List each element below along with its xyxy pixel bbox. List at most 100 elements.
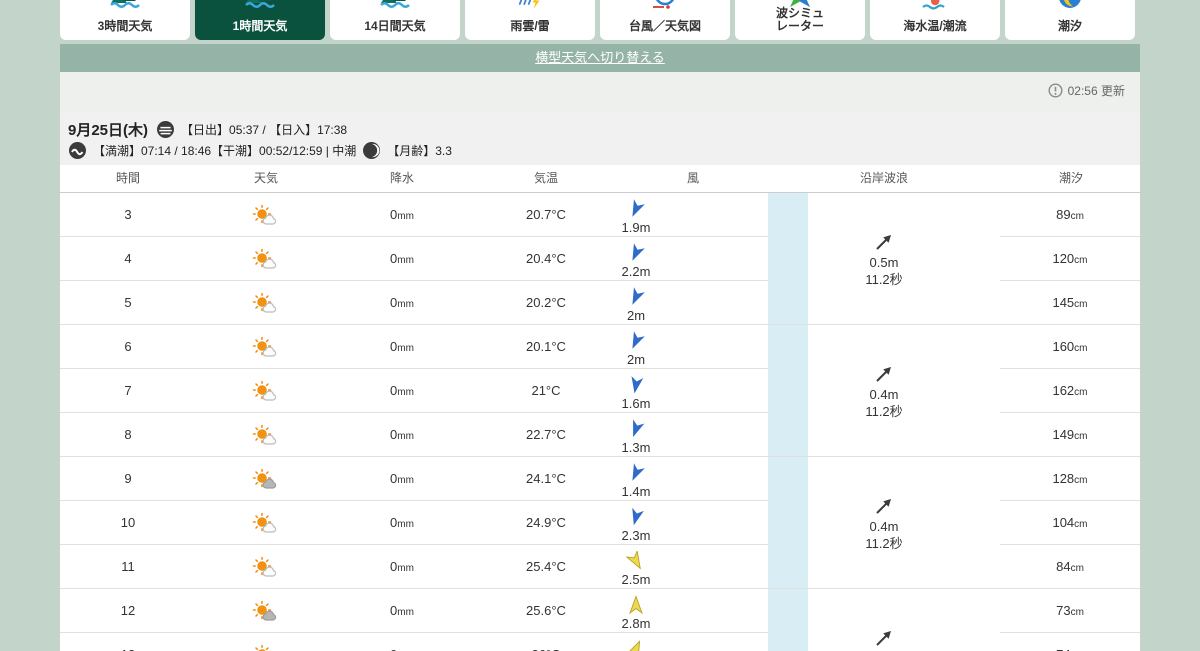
precip-cell: 0mm xyxy=(336,325,468,368)
weather-cell xyxy=(196,369,336,412)
horizontal-weather-link[interactable]: 横型天気へ切り替える xyxy=(535,50,665,65)
wind-cell: 1.6m xyxy=(596,369,676,412)
tide-wave-icon xyxy=(68,141,87,160)
sun-small-cloud-icon xyxy=(251,380,281,402)
tide-times-label: 【満潮】07:14 / 18:46【干潮】00:52/12:59 | 中潮 xyxy=(93,142,356,159)
wind-speed-label: 2.3m xyxy=(596,528,676,543)
wind-direction-icon xyxy=(626,199,646,219)
wind-cell: 2.5m xyxy=(596,545,676,588)
wind-cell: 2m xyxy=(596,281,676,324)
wind-speed-label: 2m xyxy=(596,308,676,323)
sun-small-cloud-icon xyxy=(251,512,281,534)
precip-cell: 0mm xyxy=(336,237,468,280)
hour-cell: 13 xyxy=(60,633,196,651)
wind-cell: 1.3m xyxy=(596,413,676,456)
wind-direction-icon xyxy=(626,595,646,615)
table-row: 40mm20.4°C2.2m xyxy=(60,237,768,281)
hour-cell: 11 xyxy=(60,545,196,588)
tide-cell: 160cm xyxy=(1000,325,1140,369)
wind-direction-icon xyxy=(626,331,646,351)
precip-cell: 0mm xyxy=(336,589,468,632)
wind-speed-label: 2.5m xyxy=(596,572,676,587)
wind-cell: 2m xyxy=(596,325,676,368)
wind-direction-icon xyxy=(626,639,646,651)
tab-2[interactable]: 1時間天気 xyxy=(195,0,325,40)
hour-cell: 5 xyxy=(60,281,196,324)
tide-cell: 84cm xyxy=(1000,545,1140,589)
table-row: 90mm24.1°C1.4m xyxy=(60,457,768,501)
wave-period-label: 11.2秒 xyxy=(865,535,902,552)
tide-cell: 104cm xyxy=(1000,501,1140,545)
weather-cell xyxy=(196,237,336,280)
scene-icon xyxy=(380,0,410,10)
tab-8[interactable]: 潮汐 xyxy=(1005,0,1135,40)
weather-nav-tabs: 3時間天気 1時間天気 14日間天気雨雲/雷台風／天気図波シミュレーター海水温/潮流… xyxy=(60,0,1140,40)
tide-col: 89cm120cm145cm160cm162cm149cm128cm104cm8… xyxy=(1000,193,1140,651)
wind-direction-icon xyxy=(626,375,646,395)
info-icon xyxy=(1048,83,1063,98)
wave-col: 0.5m11.2秒0.4m11.2秒0.4m11.2秒 xyxy=(768,193,1000,651)
tab-6[interactable]: 波シミュレーター xyxy=(735,0,865,40)
sun-small-cloud-icon xyxy=(251,248,281,270)
wind-cell: 2.3m xyxy=(596,501,676,544)
tide-cell: 73cm xyxy=(1000,589,1140,633)
tab-4[interactable]: 雨雲/雷 xyxy=(465,0,595,40)
tab-5[interactable]: 台風／天気図 xyxy=(600,0,730,40)
tide-cell: 89cm xyxy=(1000,193,1140,237)
tab-7[interactable]: 海水温/潮流 xyxy=(870,0,1000,40)
col-weather: 天気 xyxy=(254,165,278,192)
sun-gray-cloud-icon xyxy=(251,600,281,622)
wind-cell: 2.8m xyxy=(596,589,676,632)
precip-cell: 0mm xyxy=(336,281,468,324)
wave-height-label: 0.4m xyxy=(870,518,899,535)
table-row: 120mm25.6°C2.8m xyxy=(60,589,768,633)
wind-speed-label: 1.9m xyxy=(596,220,676,235)
precip-cell: 0mm xyxy=(336,413,468,456)
wind-speed-label: 2m xyxy=(596,352,676,367)
precip-cell: 0mm xyxy=(336,501,468,544)
table-row: 30mm20.7°C1.9m xyxy=(60,193,768,237)
col-precip: 降水 xyxy=(390,165,414,192)
wind-cell xyxy=(596,633,676,651)
table-row: 80mm22.7°C1.3m xyxy=(60,413,768,457)
hour-cell: 4 xyxy=(60,237,196,280)
wind-direction-icon xyxy=(626,551,646,571)
scene-icon xyxy=(245,0,275,10)
tide-cell: 162cm xyxy=(1000,369,1140,413)
hour-cell: 10 xyxy=(60,501,196,544)
weather-cell xyxy=(196,193,336,236)
precip-cell: 0mm xyxy=(336,193,468,236)
tab-label: 14日間天気 xyxy=(330,20,460,33)
sun-gray-cloud-icon xyxy=(251,468,281,490)
date-header: 9月25日(木) 【日出】05:37 / 【日入】17:38 【満潮】07:14… xyxy=(60,113,1140,165)
wind-cell: 2.2m xyxy=(596,237,676,280)
sunrise-sunset-label: 【日出】05:37 / 【日入】17:38 xyxy=(181,121,347,138)
weather-cell xyxy=(196,457,336,500)
layout-switch-banner: 横型天気へ切り替える xyxy=(60,44,1140,72)
tab-1[interactable]: 3時間天気 xyxy=(60,0,190,40)
weather-cell xyxy=(196,633,336,651)
col-tide: 潮汐 xyxy=(1059,165,1083,192)
tab-label: 3時間天気 xyxy=(60,20,190,33)
wind-speed-label: 2.2m xyxy=(596,264,676,279)
coastal-wave-cell xyxy=(768,589,1000,651)
tide-cell: 74cm xyxy=(1000,633,1140,651)
weather-cell xyxy=(196,501,336,544)
sun-small-cloud-icon xyxy=(251,204,281,226)
wave-height-label: 0.5m xyxy=(870,254,899,271)
seatemp-icon xyxy=(920,0,950,10)
wind-direction-icon xyxy=(626,419,646,439)
rows-left: 30mm20.7°C1.9m40mm20.4°C2.2m50mm20.2°C2m… xyxy=(60,193,768,651)
wind-speed-label: 1.3m xyxy=(596,440,676,455)
tab-3[interactable]: 14日間天気 xyxy=(330,0,460,40)
wind-speed-label: 2.8m xyxy=(596,616,676,631)
weather-cell xyxy=(196,545,336,588)
hour-cell: 8 xyxy=(60,413,196,456)
table-body: 30mm20.7°C1.9m40mm20.4°C2.2m50mm20.2°C2m… xyxy=(60,193,1140,651)
tide-icon xyxy=(1055,0,1085,10)
sun-small-cloud-icon xyxy=(251,292,281,314)
typhoon-icon xyxy=(650,0,680,10)
table-header: 時間 天気 降水 気温 風 沿岸波浪 潮汐 xyxy=(60,165,1140,193)
precip-cell: 0mm xyxy=(336,369,468,412)
moon-age-icon xyxy=(362,141,381,160)
